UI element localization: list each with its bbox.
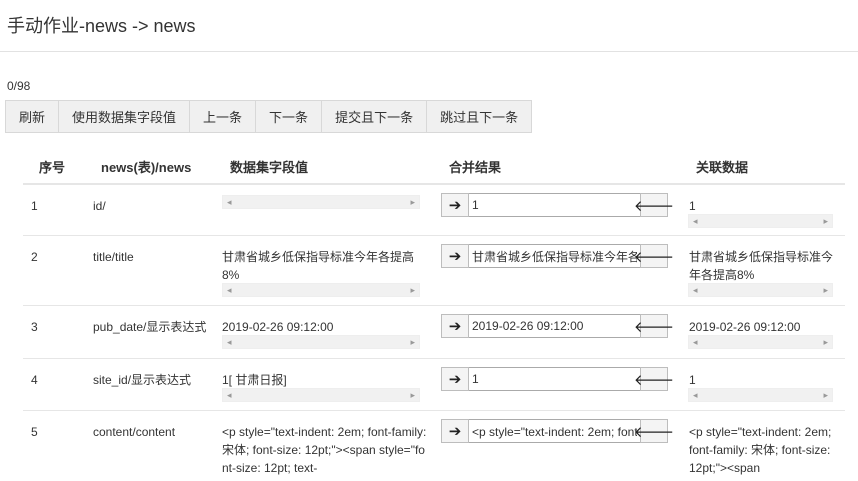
merge-input[interactable] [469, 193, 640, 217]
previous-button[interactable]: 上一条 [190, 101, 257, 132]
row-field: title/title [93, 250, 134, 264]
dataset-value: <p style="text-indent: 2em; font-family:… [222, 425, 427, 475]
merge-input[interactable] [469, 314, 640, 338]
copy-right-arrow-icon[interactable]: 🡐 [634, 314, 674, 338]
related-scrollbar[interactable] [688, 214, 833, 228]
merge-control: ➔ 🡐 [441, 193, 674, 217]
submit-next-button[interactable]: 提交且下一条 [322, 101, 428, 132]
merge-control: ➔ 🡐 [441, 419, 674, 443]
dataset-scrollbar[interactable] [222, 283, 420, 297]
row-seq: 4 [31, 373, 38, 387]
dataset-scrollbar[interactable] [222, 195, 420, 209]
row-field: id/ [93, 199, 106, 213]
copy-left-arrow-icon[interactable]: ➔ [441, 314, 469, 338]
related-scrollbar[interactable] [688, 388, 833, 402]
toolbar: 刷新 使用数据集字段值 上一条 下一条 提交且下一条 跳过且下一条 [5, 100, 533, 133]
merge-control: ➔ 🡐 [441, 314, 674, 338]
dataset-scrollbar[interactable] [222, 335, 420, 349]
table-row: 1 id/ ➔ 🡐 1 [23, 185, 845, 236]
dataset-value: 甘肃省城乡低保指导标准今年各提高8% [222, 250, 415, 282]
copy-left-arrow-icon[interactable]: ➔ [441, 193, 469, 217]
related-value: 甘肃省城乡低保指导标准今年各提高8% [689, 250, 834, 282]
row-seq: 1 [31, 199, 38, 213]
header-merge: 合并结果 [449, 160, 502, 175]
merge-input[interactable] [469, 244, 640, 268]
skip-next-button[interactable]: 跳过且下一条 [427, 101, 532, 132]
table-header: 序号 news(表)/news 数据集字段值 合并结果 关联数据 [23, 140, 845, 185]
copy-left-arrow-icon[interactable]: ➔ [441, 367, 469, 391]
table-row: 5 content/content <p style="text-indent:… [23, 411, 845, 481]
copy-right-arrow-icon[interactable]: 🡐 [634, 193, 674, 217]
copy-left-arrow-icon[interactable]: ➔ [441, 419, 469, 443]
merge-input[interactable] [469, 367, 640, 391]
row-seq: 3 [31, 320, 38, 334]
dataset-value: 1[ 甘肃日报] [222, 373, 287, 387]
header-seq: 序号 [39, 160, 66, 175]
header-dataset: 数据集字段值 [230, 160, 309, 175]
page-header: 手动作业-news -> news [0, 0, 858, 52]
related-scrollbar[interactable] [688, 283, 833, 297]
row-seq: 5 [31, 425, 38, 439]
header-field: news(表)/news [101, 160, 192, 175]
use-dataset-values-button[interactable]: 使用数据集字段值 [59, 101, 191, 132]
record-counter: 0/98 [7, 79, 31, 93]
table-row: 2 title/title 甘肃省城乡低保指导标准今年各提高8% ➔ 🡐 甘肃省… [23, 236, 845, 306]
related-value: 1 [689, 373, 696, 387]
refresh-button[interactable]: 刷新 [6, 101, 60, 132]
row-field: site_id/显示表达式 [93, 373, 192, 387]
dataset-value: 2019-02-26 09:12:00 [222, 320, 334, 334]
row-seq: 2 [31, 250, 38, 264]
page-title: 手动作业-news -> news [7, 16, 196, 36]
related-scrollbar[interactable] [688, 335, 833, 349]
related-value: <p style="text-indent: 2em; font-family:… [689, 425, 832, 475]
related-value: 2019-02-26 09:12:00 [689, 320, 801, 334]
copy-left-arrow-icon[interactable]: ➔ [441, 244, 469, 268]
merge-control: ➔ 🡐 [441, 367, 674, 391]
header-related: 关联数据 [696, 160, 749, 175]
merge-control: ➔ 🡐 [441, 244, 674, 268]
row-field: pub_date/显示表达式 [93, 320, 207, 334]
merge-input[interactable] [469, 419, 640, 443]
related-value: 1 [689, 199, 696, 213]
next-button[interactable]: 下一条 [256, 101, 323, 132]
copy-right-arrow-icon[interactable]: 🡐 [634, 244, 674, 268]
table-row: 3 pub_date/显示表达式 2019-02-26 09:12:00 ➔ 🡐… [23, 306, 845, 359]
copy-right-arrow-icon[interactable]: 🡐 [634, 367, 674, 391]
row-field: content/content [93, 425, 176, 439]
dataset-scrollbar[interactable] [222, 388, 420, 402]
table-row: 4 site_id/显示表达式 1[ 甘肃日报] ➔ 🡐 1 [23, 359, 845, 411]
copy-right-arrow-icon[interactable]: 🡐 [634, 419, 674, 443]
merge-table: 序号 news(表)/news 数据集字段值 合并结果 关联数据 1 id/ ➔… [23, 140, 845, 481]
